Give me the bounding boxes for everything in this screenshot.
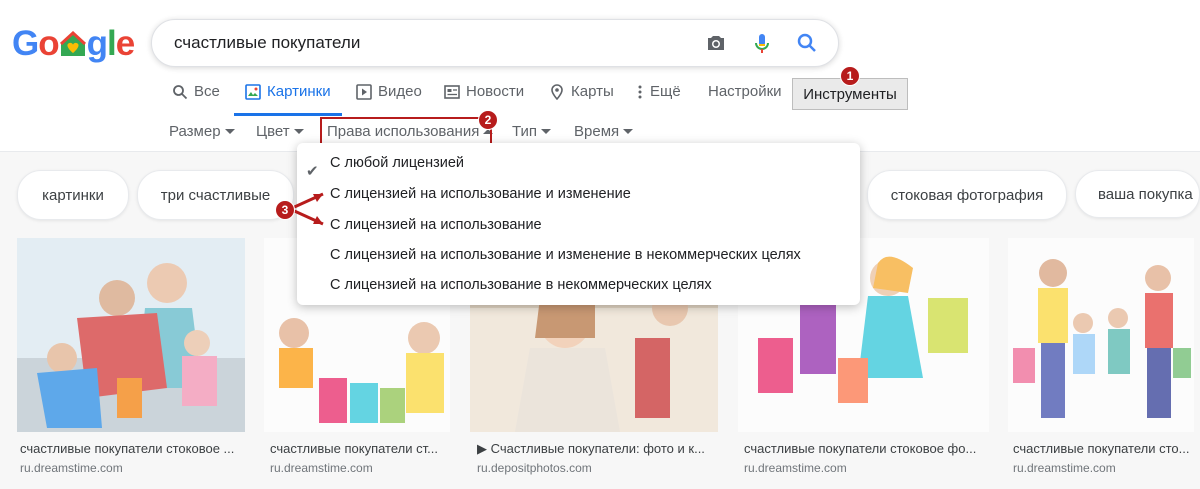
result-source: ru.dreamstime.com: [744, 461, 847, 475]
annotation-badge-2: 2: [478, 110, 498, 130]
menu-item-any-license[interactable]: С любой лицензией: [330, 155, 464, 171]
menu-item-use-and-modify[interactable]: С лицензией на использование и изменение: [330, 186, 631, 202]
result-source: ru.dreamstime.com: [1013, 461, 1116, 475]
tab-images[interactable]: Картинки: [245, 83, 331, 117]
chip-label: три счастливые: [160, 186, 271, 204]
image-icon: [245, 84, 261, 100]
filter-size-label: Размер: [169, 123, 221, 140]
usage-rights-menu: ✔ С любой лицензией С лицензией на испол…: [297, 143, 860, 305]
result-caption[interactable]: ▶ Счастливые покупатели: фото и к...: [477, 441, 717, 457]
chip-label: ваша покупка: [1098, 185, 1193, 203]
dropdown-arrow-icon: [224, 129, 235, 134]
menu-item-noncommercial-modify[interactable]: С лицензией на использование и изменение…: [330, 247, 801, 263]
house-logo-icon: [59, 26, 87, 56]
tools-label: Инструменты: [803, 85, 897, 103]
tab-label: Ещё: [650, 83, 681, 100]
active-tab-indicator: [234, 113, 342, 116]
filter-type-label: Тип: [512, 123, 538, 140]
dropdown-arrow-icon: [623, 129, 634, 134]
search-icon: [172, 84, 188, 100]
settings-link[interactable]: Настройки: [708, 83, 782, 117]
news-icon: [444, 84, 460, 100]
tab-more[interactable]: Ещё: [636, 83, 681, 117]
result-caption[interactable]: счастливые покупатели ст...: [270, 441, 450, 456]
result-image[interactable]: [1008, 238, 1194, 432]
menu-item-use[interactable]: С лицензией на использование: [330, 217, 542, 233]
result-source: ru.dreamstime.com: [20, 461, 123, 475]
badge-text: 2: [484, 113, 492, 127]
result-source: ru.dreamstime.com: [270, 461, 373, 475]
chip-label: стоковая фотография: [890, 186, 1044, 204]
google-logo[interactable]: Go gle: [12, 24, 135, 64]
dropdown-arrow-icon: [293, 129, 304, 134]
search-input[interactable]: счастливые покупатели: [174, 33, 360, 53]
search-box[interactable]: счастливые покупатели: [151, 19, 839, 67]
search-icon[interactable]: [795, 31, 819, 55]
menu-item-noncommercial-use[interactable]: С лицензией на использование в некоммерч…: [330, 277, 712, 293]
tab-label: Видео: [378, 83, 422, 100]
badge-text: 1: [846, 69, 854, 83]
badge-text: 3: [281, 203, 289, 217]
filter-color-label: Цвет: [256, 123, 290, 140]
filter-time-label: Время: [574, 123, 620, 140]
more-vert-icon: [636, 84, 644, 100]
tab-label: Все: [194, 83, 220, 100]
settings-label: Настройки: [708, 83, 782, 100]
tab-video[interactable]: Видео: [356, 83, 422, 117]
tab-label: Картинки: [267, 83, 331, 100]
checkmark-icon: ✔: [306, 163, 319, 180]
related-chip[interactable]: стоковая фотография: [867, 170, 1067, 220]
result-caption[interactable]: счастливые покупатели сто...: [1013, 441, 1200, 456]
filter-size[interactable]: Размер: [169, 123, 235, 140]
tab-label: Карты: [571, 83, 614, 100]
related-chip[interactable]: ваша покупка: [1075, 170, 1200, 218]
video-icon: [356, 84, 372, 100]
filter-time[interactable]: Время: [574, 123, 634, 140]
result-image[interactable]: [17, 238, 245, 432]
dropdown-arrow-icon: [541, 129, 552, 134]
filter-type[interactable]: Тип: [512, 123, 552, 140]
result-caption[interactable]: счастливые покупатели стоковое ...: [20, 441, 248, 456]
chip-label: картинки: [42, 186, 104, 204]
map-pin-icon: [549, 84, 565, 101]
camera-icon[interactable]: [704, 31, 728, 55]
tab-label: Новости: [466, 83, 525, 100]
result-caption[interactable]: счастливые покупатели стоковое фо...: [744, 441, 989, 456]
result-source: ru.depositphotos.com: [477, 461, 592, 475]
annotation-badge-1: 1: [840, 66, 860, 86]
tab-maps[interactable]: Карты: [549, 83, 614, 117]
related-chip[interactable]: картинки: [17, 170, 129, 220]
annotation-badge-3: 3: [275, 200, 295, 220]
filter-color[interactable]: Цвет: [256, 123, 304, 140]
microphone-icon[interactable]: [750, 31, 774, 55]
tab-all[interactable]: Все: [172, 83, 220, 117]
